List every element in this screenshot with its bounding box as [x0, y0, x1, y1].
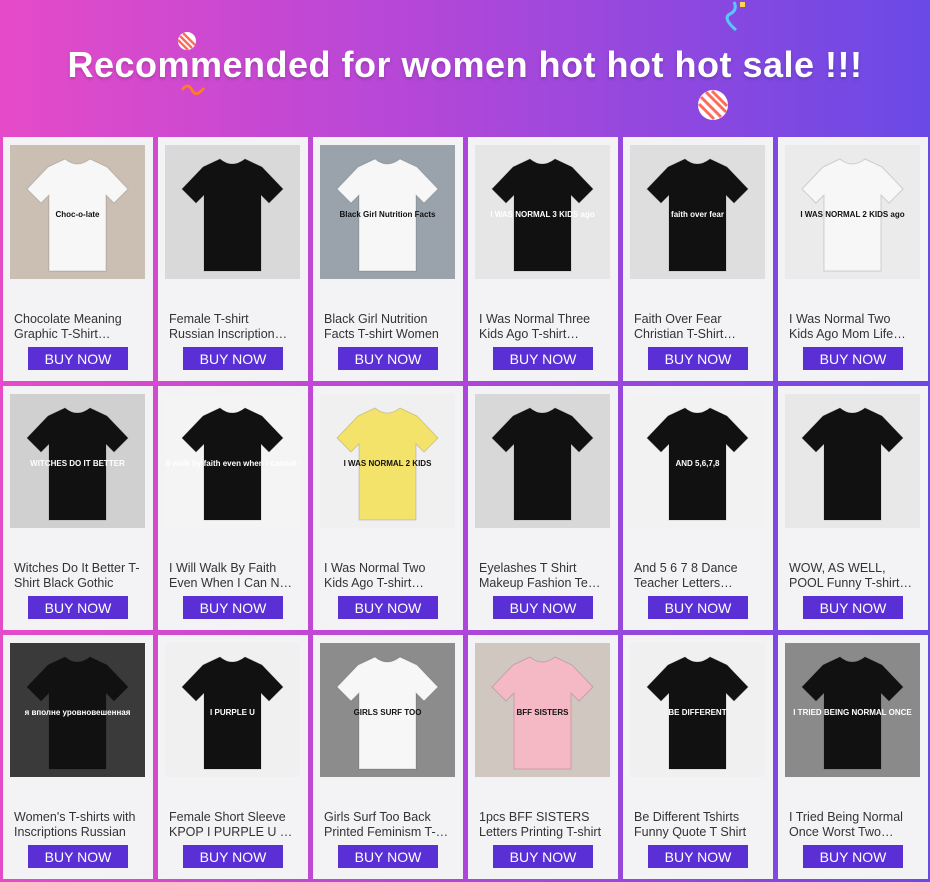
product-title[interactable]: Be Different Tshirts Funny Quote T Shirt: [634, 810, 762, 840]
product-image[interactable]: I WAS NORMAL 2 KIDS ago: [785, 145, 920, 279]
product-card[interactable]: Black Girl Nutrition Facts Black Girl Nut…: [313, 137, 463, 381]
buy-now-button[interactable]: BUY NOW: [28, 347, 128, 370]
buy-now-button[interactable]: BUY NOW: [648, 596, 748, 619]
product-image[interactable]: BE DIFFERENT: [630, 643, 765, 777]
shirt-print-text: GIRLS SURF TOO: [354, 708, 422, 717]
product-grid: Choc-o-late Chocolate Meaning Graphic T-S…: [3, 137, 928, 879]
product-card[interactable]: I WAS NORMAL 2 KIDS ago I Was Normal Two …: [778, 137, 928, 381]
buy-now-button[interactable]: BUY NOW: [493, 845, 593, 868]
product-image[interactable]: [165, 145, 300, 279]
shirt-print-text: AND 5,6,7,8: [675, 459, 720, 468]
product-card[interactable]: GIRLS SURF TOO Girls Surf Too Back Printe…: [313, 635, 463, 879]
buy-now-button[interactable]: BUY NOW: [338, 845, 438, 868]
product-title[interactable]: Female T-shirt Russian Inscription Black: [169, 312, 297, 342]
product-image[interactable]: I PURPLE U: [165, 643, 300, 777]
product-card[interactable]: BE DIFFERENT Be Different Tshirts Funny Q…: [623, 635, 773, 879]
product-title[interactable]: Chocolate Meaning Graphic T-Shirt Women: [14, 312, 142, 342]
product-image[interactable]: AND 5,6,7,8: [630, 394, 765, 528]
product-title[interactable]: I Was Normal Two Kids Ago Mom Life Shirt: [789, 312, 917, 342]
product-image[interactable]: I WAS NORMAL 2 KIDS: [320, 394, 455, 528]
product-image[interactable]: faith over fear: [630, 145, 765, 279]
product-image[interactable]: GIRLS SURF TOO: [320, 643, 455, 777]
product-image[interactable]: I will walk by faith even when I cannot …: [165, 394, 300, 528]
buy-now-button[interactable]: BUY NOW: [493, 347, 593, 370]
product-card[interactable]: WITCHES DO IT BETTER Witches Do It Better…: [3, 386, 153, 630]
product-image[interactable]: I TRIED BEING NORMAL ONCE: [785, 643, 920, 777]
product-title[interactable]: I Tried Being Normal Once Worst Two Minu…: [789, 810, 917, 840]
product-title[interactable]: Eyelashes T Shirt Makeup Fashion Tee Wom…: [479, 561, 607, 591]
shirt-print-text: WITCHES DO IT BETTER: [30, 459, 125, 468]
product-card[interactable]: Choc-o-late Chocolate Meaning Graphic T-S…: [3, 137, 153, 381]
product-card[interactable]: я вполне уровновешенная Women's T-shirts …: [3, 635, 153, 879]
product-image[interactable]: я вполне уровновешенная: [10, 643, 145, 777]
product-image[interactable]: I WAS NORMAL 3 KIDS ago: [475, 145, 610, 279]
product-card[interactable]: AND 5,6,7,8 And 5 6 7 8 Dance Teacher Let…: [623, 386, 773, 630]
shirt-print-text: BFF SISTERS: [516, 708, 569, 717]
buy-now-button[interactable]: BUY NOW: [648, 347, 748, 370]
product-title[interactable]: WOW, AS WELL, POOL Funny T-shirt Women: [789, 561, 917, 591]
shirt-print-text: BE DIFFERENT: [668, 708, 726, 717]
product-card[interactable]: faith over fear Faith Over Fear Christian…: [623, 137, 773, 381]
buy-now-button[interactable]: BUY NOW: [648, 845, 748, 868]
shirt-print-text: I PURPLE U: [210, 708, 255, 717]
product-title[interactable]: Black Girl Nutrition Facts T-shirt Women: [324, 312, 452, 342]
buy-now-button[interactable]: BUY NOW: [803, 596, 903, 619]
buy-now-button[interactable]: BUY NOW: [338, 596, 438, 619]
buy-now-button[interactable]: BUY NOW: [803, 347, 903, 370]
shirt-print-text: I WAS NORMAL 2 KIDS: [344, 459, 433, 468]
buy-now-button[interactable]: BUY NOW: [28, 596, 128, 619]
product-image[interactable]: WITCHES DO IT BETTER: [10, 394, 145, 528]
product-title[interactable]: I Was Normal Two Kids Ago T-shirt Women: [324, 561, 452, 591]
product-image[interactable]: Choc-o-late: [10, 145, 145, 279]
product-card[interactable]: WOW, AS WELL, POOL Funny T-shirt Women BU…: [778, 386, 928, 630]
buy-now-button[interactable]: BUY NOW: [803, 845, 903, 868]
buy-now-button[interactable]: BUY NOW: [338, 347, 438, 370]
shirt-print-text: I TRIED BEING NORMAL ONCE: [793, 708, 912, 717]
product-title[interactable]: Female Short Sleeve KPOP I PURPLE U T-sh…: [169, 810, 297, 840]
product-card[interactable]: I will walk by faith even when I cannot …: [158, 386, 308, 630]
product-card[interactable]: I WAS NORMAL 2 KIDS I Was Normal Two Kids…: [313, 386, 463, 630]
product-title[interactable]: 1pcs BFF SISTERS Letters Printing T-shir…: [479, 810, 607, 840]
product-card[interactable]: BFF SISTERS 1pcs BFF SISTERS Letters Prin…: [468, 635, 618, 879]
page-title: Recommended for women hot hot hot sale !…: [67, 44, 863, 85]
buy-now-button[interactable]: BUY NOW: [183, 845, 283, 868]
promo-header: Recommended for women hot hot hot sale !…: [0, 0, 930, 137]
shirt-print-text: faith over fear: [671, 210, 724, 219]
confetti-ball-icon: [697, 89, 729, 121]
product-image[interactable]: [475, 394, 610, 528]
product-image[interactable]: BFF SISTERS: [475, 643, 610, 777]
product-title[interactable]: I Was Normal Three Kids Ago T-shirt Casu…: [479, 312, 607, 342]
buy-now-button[interactable]: BUY NOW: [28, 845, 128, 868]
shirt-print-text: я вполне уровновешенная: [25, 708, 131, 717]
buy-now-button[interactable]: BUY NOW: [183, 596, 283, 619]
shirt-print-text: Choc-o-late: [56, 210, 101, 219]
product-card[interactable]: I TRIED BEING NORMAL ONCE I Tried Being N…: [778, 635, 928, 879]
product-title[interactable]: I Will Walk By Faith Even When I Can Not…: [169, 561, 297, 591]
buy-now-button[interactable]: BUY NOW: [493, 596, 593, 619]
product-card[interactable]: Eyelashes T Shirt Makeup Fashion Tee Wom…: [468, 386, 618, 630]
product-title[interactable]: Faith Over Fear Christian T-Shirt Women: [634, 312, 762, 342]
streamer-icon: [725, 1, 745, 32]
product-card[interactable]: I PURPLE U Female Short Sleeve KPOP I PUR…: [158, 635, 308, 879]
shirt-print-text: I will walk by faith even when I cannot …: [165, 459, 300, 468]
product-title[interactable]: And 5 6 7 8 Dance Teacher Letters Printe…: [634, 561, 762, 591]
product-title[interactable]: Girls Surf Too Back Printed Feminism T-s…: [324, 810, 452, 840]
shirt-print-text: I WAS NORMAL 3 KIDS ago: [490, 210, 594, 219]
shirt-print-text: I WAS NORMAL 2 KIDS ago: [800, 210, 904, 219]
buy-now-button[interactable]: BUY NOW: [183, 347, 283, 370]
product-image[interactable]: Black Girl Nutrition Facts: [320, 145, 455, 279]
product-title[interactable]: Witches Do It Better T-Shirt Black Gothi…: [14, 561, 142, 591]
product-card[interactable]: Female T-shirt Russian Inscription Black…: [158, 137, 308, 381]
product-title[interactable]: Women's T-shirts with Inscriptions Russi…: [14, 810, 142, 840]
product-image[interactable]: [785, 394, 920, 528]
shirt-print-text: Black Girl Nutrition Facts: [339, 210, 436, 219]
product-card[interactable]: I WAS NORMAL 3 KIDS ago I Was Normal Thre…: [468, 137, 618, 381]
